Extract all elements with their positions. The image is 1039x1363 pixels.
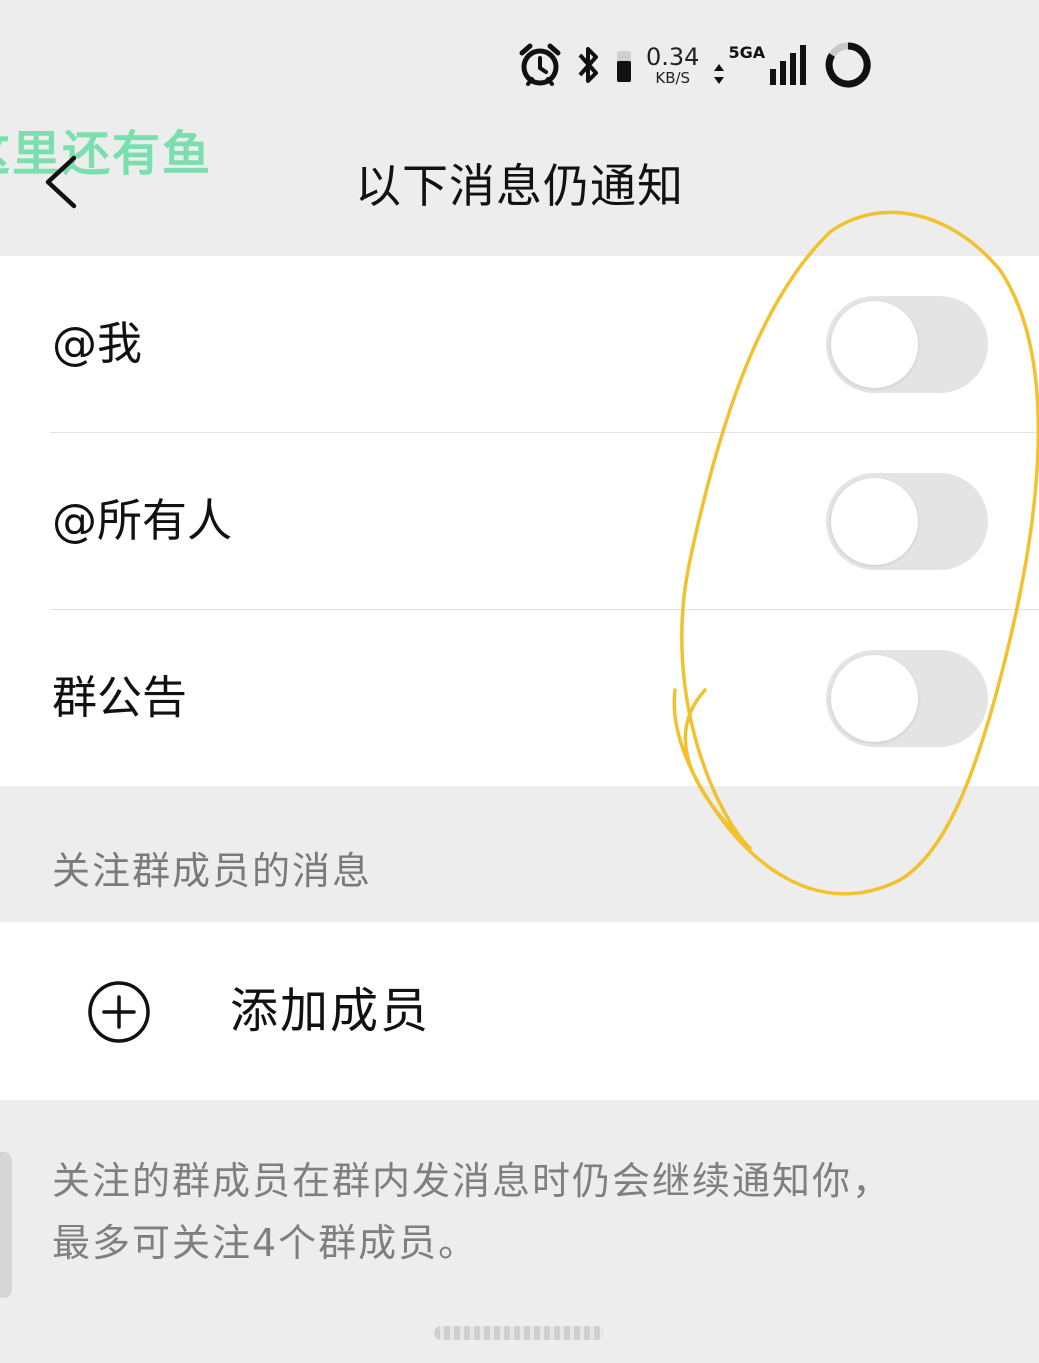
setting-row-mention-all[interactable]: @所有人 — [50, 432, 1039, 609]
setting-label: @所有人 — [52, 494, 233, 547]
setting-label: @我 — [52, 317, 143, 370]
setting-row-mention-me[interactable]: @我 — [0, 256, 1039, 432]
network-speed-unit: KB/S — [655, 68, 691, 87]
footnote-text: 关注的群成员在群内发消息时仍会继续通知你， 最多可关注4个群成员。 — [52, 1150, 992, 1274]
phone-screen: 0.34 KB/S 5GA 这里还有鱼 以下消息仍通知 @我 — [0, 0, 1039, 1363]
footnote-line: 最多可关注4个群成员。 — [52, 1221, 479, 1265]
toggle-switch[interactable] — [826, 296, 988, 393]
section-header: 关注群成员的消息 — [52, 849, 373, 893]
network-speed-value: 0.34 — [646, 42, 700, 71]
battery-small-icon — [617, 51, 631, 82]
battery-ring-icon — [825, 42, 871, 88]
page-title: 以下消息仍通知 — [355, 159, 684, 213]
setting-label: 群公告 — [52, 671, 188, 724]
data-arrows-icon — [714, 64, 725, 84]
network-type-label: 5GA — [728, 43, 766, 62]
setting-row-announcement[interactable]: 群公告 — [50, 609, 1039, 786]
toggle-knob — [831, 478, 918, 565]
toggle-switch[interactable] — [826, 473, 988, 570]
toggle-knob — [831, 301, 918, 388]
signal-icon — [770, 45, 807, 85]
home-indicator — [434, 1326, 604, 1340]
cellular-indicator: 5GA — [713, 45, 810, 85]
network-speed: 0.34 KB/S — [646, 45, 699, 86]
toggle-switch[interactable] — [826, 650, 988, 747]
bluetooth-icon — [578, 47, 598, 83]
notification-settings-card: @我 @所有人 群公告 — [0, 256, 1039, 786]
footnote-line: 关注的群成员在群内发消息时仍会继续通知你， — [52, 1159, 893, 1203]
add-member-row[interactable] — [0, 922, 1039, 1100]
alarm-icon — [519, 43, 561, 86]
plus-circle-icon[interactable] — [87, 980, 151, 1044]
toggle-knob — [831, 655, 918, 742]
status-bar: 0.34 KB/S 5GA — [518, 38, 872, 92]
edge-handle — [0, 1152, 12, 1298]
add-member-label[interactable]: 添加成员 — [230, 922, 430, 1100]
